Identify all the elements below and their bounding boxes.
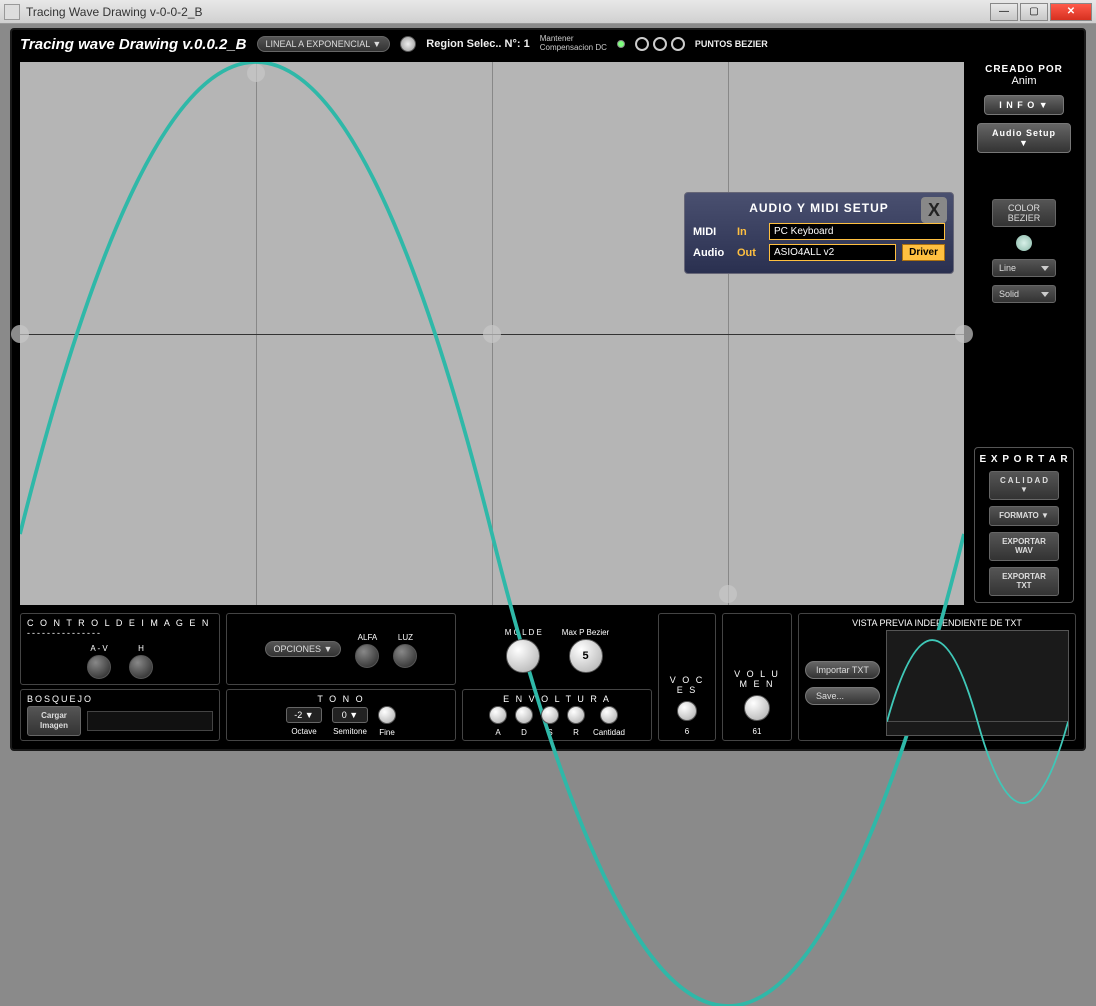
h-knob[interactable] [129,655,153,679]
molde-knob[interactable] [506,639,540,673]
region-label: Region Selec.. N°: 1 [426,38,529,50]
color-bezier-dropdown[interactable]: COLOR BEZIER [992,199,1056,227]
export-wav-button[interactable]: EXPORTAR WAV [989,532,1059,561]
bezier-color-swatch[interactable] [1016,235,1032,251]
bezier-handle[interactable] [719,585,737,603]
bezier-handle[interactable] [247,64,265,82]
bezier-point-1-button[interactable] [635,37,649,51]
audio-out-select[interactable]: ASIO4ALL v2 [769,244,896,261]
formato-dropdown[interactable]: FORMATO ▼ [989,506,1059,526]
right-panel: CREADO POR Anim I N F O ▼ Audio Setup ▼ … [964,58,1084,609]
dc-indicator[interactable] [617,40,625,48]
export-title: E X P O R T A R [979,454,1068,465]
popup-title: AUDIO Y MIDI SETUP [693,201,945,215]
fill-style-dropdown[interactable]: Solid [992,285,1056,303]
attack-knob[interactable] [489,706,507,724]
header-knob[interactable] [400,36,416,52]
decay-knob[interactable] [515,706,533,724]
bezier-handle[interactable] [483,325,501,343]
release-knob[interactable] [567,706,585,724]
export-txt-button[interactable]: EXPORTAR TXT [989,567,1059,596]
voces-knob[interactable] [677,701,697,721]
close-button[interactable]: ✕ [1050,3,1092,21]
volumen-knob[interactable] [744,695,770,721]
fine-knob[interactable] [378,706,396,724]
max-bezier-knob[interactable]: 5 [569,639,603,673]
close-popup-button[interactable]: X [921,197,947,223]
info-button[interactable]: I N F O ▼ [984,95,1064,115]
bezier-point-2-button[interactable] [653,37,667,51]
bezier-handle[interactable] [11,325,29,343]
maximize-button[interactable]: ▢ [1020,3,1048,21]
app-header: Tracing wave Drawing v.0.0.2_B LINEAL A … [12,30,1084,58]
txt-preview-canvas [886,630,1069,736]
bezier-label: PUNTOS BEZIER [695,39,768,49]
out-label: Out [737,247,763,259]
waveform-canvas[interactable]: X AUDIO Y MIDI SETUP MIDI In PC Keyboard… [20,62,964,605]
mode-dropdown[interactable]: LINEAL A EXPONENCIAL ▼ [257,36,391,52]
sustain-knob[interactable] [541,706,559,724]
audio-label: Audio [693,247,731,259]
app-icon [4,4,20,20]
calidad-dropdown[interactable]: C A L I D A D ▼ [989,471,1059,500]
bezier-handle[interactable] [955,325,973,343]
author-label: Anim [985,75,1063,87]
midi-label: MIDI [693,226,731,238]
in-label: In [737,226,763,238]
dc-label-2: Compensacion DC [540,44,607,53]
minimize-button[interactable]: — [990,3,1018,21]
creado-label: CREADO POR [985,64,1063,75]
midi-in-select[interactable]: PC Keyboard [769,223,945,240]
audio-setup-button[interactable]: Audio Setup ▼ [977,123,1071,153]
audio-midi-setup-popup: X AUDIO Y MIDI SETUP MIDI In PC Keyboard… [684,192,954,274]
bezier-point-3-button[interactable] [671,37,685,51]
luz-knob[interactable] [393,644,417,668]
alfa-knob[interactable] [355,644,379,668]
av-knob[interactable] [87,655,111,679]
cantidad-knob[interactable] [600,706,618,724]
app-title: Tracing wave Drawing v.0.0.2_B [20,36,247,53]
export-section: E X P O R T A R C A L I D A D ▼ FORMATO … [974,447,1074,603]
line-style-dropdown[interactable]: Line [992,259,1056,277]
window-title: Tracing Wave Drawing v-0-0-2_B [26,5,990,19]
driver-button[interactable]: Driver [902,244,945,261]
